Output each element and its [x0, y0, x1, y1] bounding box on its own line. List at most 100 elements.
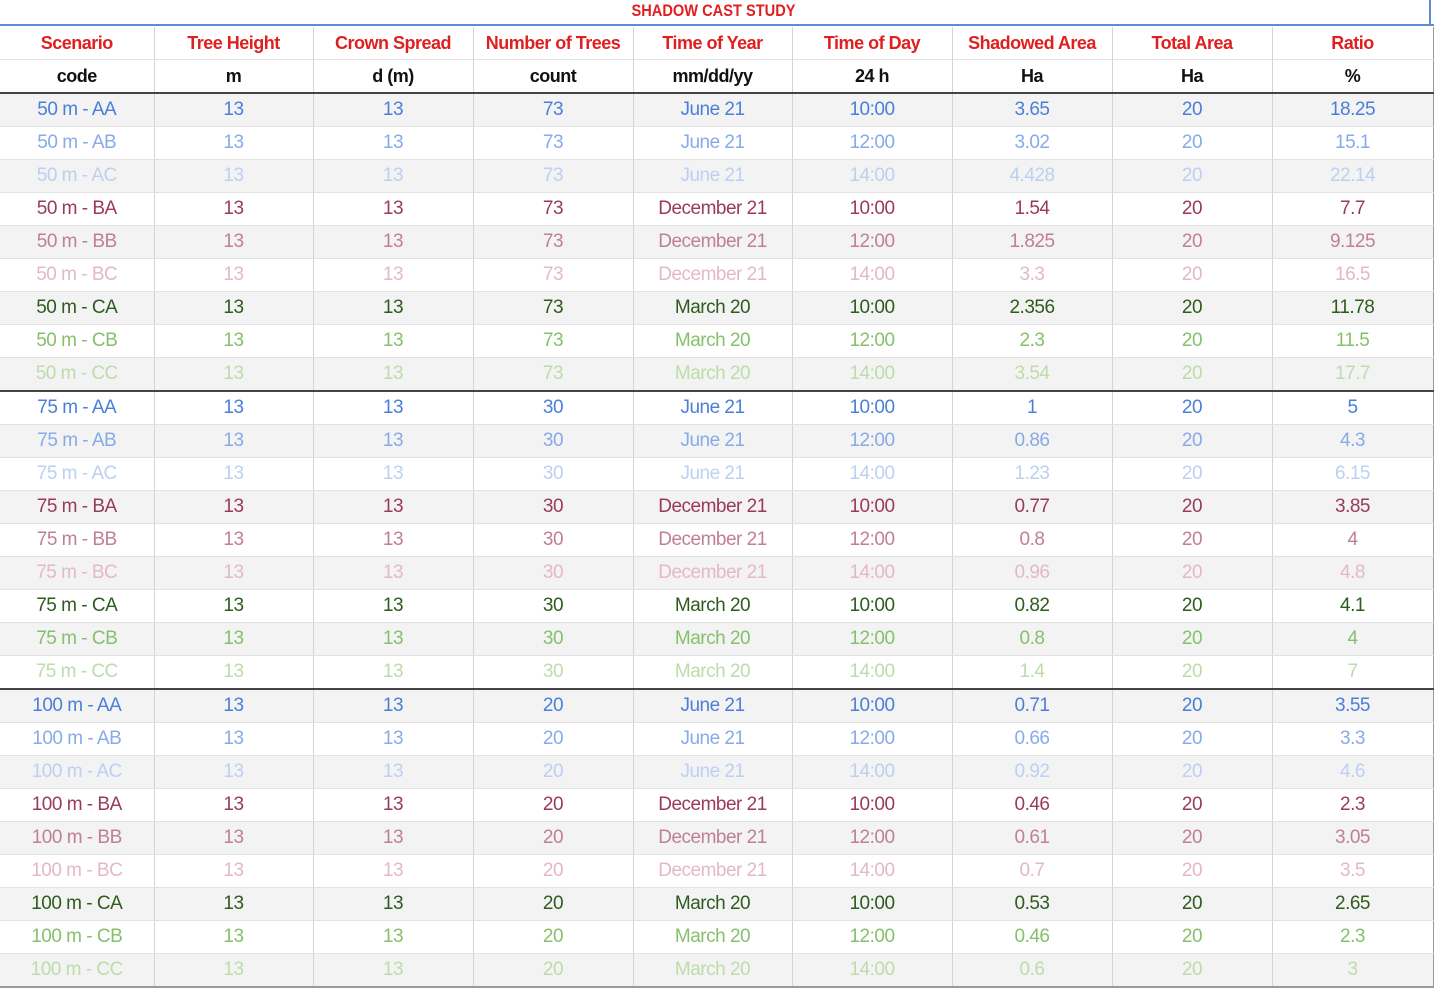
data-cell[interactable]: 16.5 — [1272, 258, 1434, 292]
data-cell[interactable]: 11.5 — [1272, 324, 1434, 358]
data-cell[interactable]: 13 — [154, 788, 314, 822]
data-cell[interactable]: 4.1 — [1272, 589, 1434, 623]
data-cell[interactable]: June 21 — [633, 457, 793, 491]
data-cell[interactable]: 12:00 — [792, 126, 953, 160]
data-cell[interactable]: 0.92 — [952, 755, 1113, 789]
data-cell[interactable]: 73 — [473, 192, 634, 226]
data-cell[interactable]: June 21 — [633, 688, 793, 723]
scenario-cell[interactable]: 100 m - BA — [0, 788, 155, 822]
data-cell[interactable]: March 20 — [633, 920, 793, 954]
data-cell[interactable]: 10:00 — [792, 390, 953, 425]
data-cell[interactable]: 11.78 — [1272, 291, 1434, 325]
data-cell[interactable]: 10:00 — [792, 688, 953, 723]
data-cell[interactable]: 1.825 — [952, 225, 1113, 259]
data-cell[interactable]: 13 — [313, 159, 474, 193]
data-cell[interactable]: 12:00 — [792, 622, 953, 656]
data-cell[interactable]: 13 — [313, 688, 474, 723]
data-cell[interactable]: March 20 — [633, 887, 793, 921]
data-cell[interactable]: 10:00 — [792, 92, 953, 127]
data-cell[interactable]: 13 — [154, 523, 314, 557]
data-cell[interactable]: 13 — [313, 424, 474, 458]
data-cell[interactable]: 20 — [473, 854, 634, 888]
data-cell[interactable]: 13 — [154, 424, 314, 458]
data-cell[interactable]: 73 — [473, 126, 634, 160]
scenario-cell[interactable]: 50 m - BA — [0, 192, 155, 226]
data-cell[interactable]: March 20 — [633, 953, 793, 988]
header-cell[interactable]: Scenario — [0, 27, 155, 60]
scenario-cell[interactable]: 50 m - CC — [0, 357, 155, 392]
data-cell[interactable]: 20 — [1112, 424, 1273, 458]
data-cell[interactable]: 14:00 — [792, 258, 953, 292]
data-cell[interactable]: 20 — [473, 755, 634, 789]
data-cell[interactable]: 10:00 — [792, 192, 953, 226]
data-cell[interactable]: December 21 — [633, 192, 793, 226]
data-cell[interactable]: 0.7 — [952, 854, 1113, 888]
data-cell[interactable]: 30 — [473, 390, 634, 425]
data-cell[interactable]: December 21 — [633, 821, 793, 855]
data-cell[interactable]: 20 — [1112, 159, 1273, 193]
data-cell[interactable]: 13 — [313, 887, 474, 921]
data-cell[interactable]: 20 — [1112, 225, 1273, 259]
header-cell[interactable]: Number of Trees — [473, 27, 634, 60]
data-cell[interactable]: 13 — [313, 755, 474, 789]
data-cell[interactable]: 13 — [154, 225, 314, 259]
data-cell[interactable]: 20 — [1112, 655, 1273, 690]
data-cell[interactable]: 20 — [473, 722, 634, 756]
data-cell[interactable]: December 21 — [633, 788, 793, 822]
data-cell[interactable]: 1.54 — [952, 192, 1113, 226]
data-cell[interactable]: 3.05 — [1272, 821, 1434, 855]
data-cell[interactable]: 20 — [473, 821, 634, 855]
data-cell[interactable]: 73 — [473, 225, 634, 259]
scenario-cell[interactable]: 75 m - CB — [0, 622, 155, 656]
scenario-cell[interactable]: 50 m - AA — [0, 92, 155, 127]
data-cell[interactable]: 13 — [313, 655, 474, 690]
data-cell[interactable]: 20 — [1112, 788, 1273, 822]
data-cell[interactable]: 30 — [473, 424, 634, 458]
data-cell[interactable]: 14:00 — [792, 556, 953, 590]
data-cell[interactable]: June 21 — [633, 722, 793, 756]
data-cell[interactable]: 14:00 — [792, 953, 953, 988]
data-cell[interactable]: 0.71 — [952, 688, 1113, 723]
unit-cell[interactable]: mm/dd/yy — [633, 59, 793, 94]
data-cell[interactable]: 3.02 — [952, 126, 1113, 160]
data-cell[interactable]: 20 — [1112, 192, 1273, 226]
scenario-cell[interactable]: 100 m - CC — [0, 953, 155, 988]
data-cell[interactable]: 20 — [1112, 755, 1273, 789]
data-cell[interactable]: 3.5 — [1272, 854, 1434, 888]
data-cell[interactable]: 13 — [313, 390, 474, 425]
data-cell[interactable]: 0.6 — [952, 953, 1113, 988]
data-cell[interactable]: 13 — [154, 92, 314, 127]
data-cell[interactable]: 12:00 — [792, 225, 953, 259]
data-cell[interactable]: 20 — [1112, 258, 1273, 292]
data-cell[interactable]: 30 — [473, 622, 634, 656]
data-cell[interactable]: 6.15 — [1272, 457, 1434, 491]
data-cell[interactable]: December 21 — [633, 854, 793, 888]
unit-cell[interactable]: d (m) — [313, 59, 474, 94]
data-cell[interactable]: March 20 — [633, 589, 793, 623]
scenario-cell[interactable]: 50 m - CA — [0, 291, 155, 325]
unit-cell[interactable]: code — [0, 59, 155, 94]
data-cell[interactable]: 13 — [313, 92, 474, 127]
data-cell[interactable]: December 21 — [633, 490, 793, 524]
data-cell[interactable]: 13 — [154, 821, 314, 855]
data-cell[interactable]: 20 — [1112, 920, 1273, 954]
data-cell[interactable]: December 21 — [633, 225, 793, 259]
data-cell[interactable]: 13 — [313, 225, 474, 259]
data-cell[interactable]: 13 — [154, 556, 314, 590]
scenario-cell[interactable]: 75 m - AB — [0, 424, 155, 458]
data-cell[interactable]: 0.46 — [952, 920, 1113, 954]
data-cell[interactable]: 20 — [1112, 722, 1273, 756]
data-cell[interactable]: 2.356 — [952, 291, 1113, 325]
data-cell[interactable]: 20 — [1112, 457, 1273, 491]
data-cell[interactable]: 73 — [473, 291, 634, 325]
data-cell[interactable]: 2.65 — [1272, 887, 1434, 921]
scenario-cell[interactable]: 75 m - BB — [0, 523, 155, 557]
scenario-cell[interactable]: 100 m - CA — [0, 887, 155, 921]
data-cell[interactable]: 20 — [1112, 92, 1273, 127]
data-cell[interactable]: 20 — [1112, 291, 1273, 325]
data-cell[interactable]: June 21 — [633, 390, 793, 425]
data-cell[interactable]: 13 — [313, 920, 474, 954]
data-cell[interactable]: 73 — [473, 258, 634, 292]
data-cell[interactable]: 13 — [154, 457, 314, 491]
data-cell[interactable]: 13 — [154, 755, 314, 789]
